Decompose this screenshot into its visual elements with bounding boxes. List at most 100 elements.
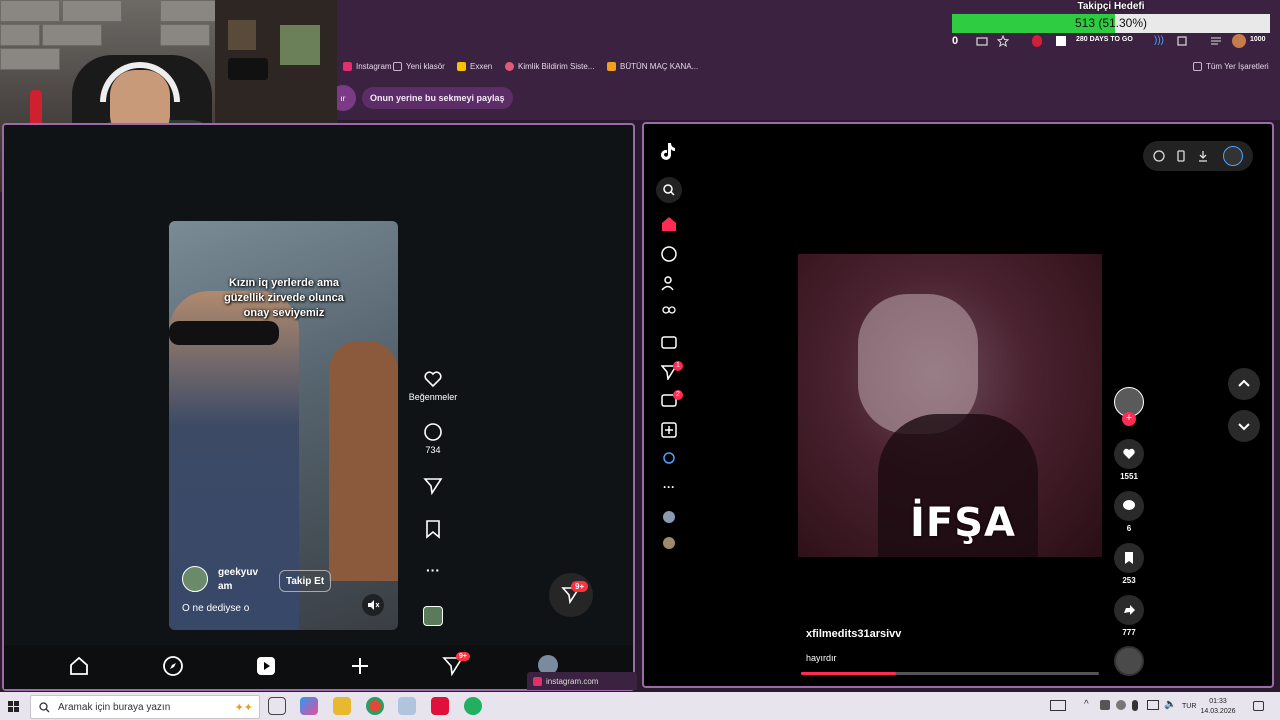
heart-icon xyxy=(1123,448,1135,459)
mute-button[interactable] xyxy=(362,594,384,616)
star-icon[interactable] xyxy=(997,35,1009,47)
bookmark-exxen[interactable]: Exxen xyxy=(457,62,492,71)
explore-icon[interactable] xyxy=(162,655,184,677)
windows-start-icon[interactable] xyxy=(8,701,20,713)
tiktok-tools-pill xyxy=(1143,141,1253,171)
music-disc[interactable] xyxy=(1114,646,1144,676)
reel-user-avatar[interactable] xyxy=(182,566,208,592)
goal-progress-bar: 513 (51.30%) xyxy=(952,14,1270,33)
comment-button[interactable]: 734 xyxy=(403,422,463,455)
instagram-tab[interactable]: instagram.com xyxy=(527,672,637,690)
profile-avatar[interactable] xyxy=(1232,34,1246,48)
upload-icon[interactable] xyxy=(661,422,677,438)
bookmark-new-folder[interactable]: Yeni klasör xyxy=(393,62,445,71)
tiktok-progress-bar[interactable] xyxy=(801,672,1099,675)
following-avatar[interactable] xyxy=(663,511,675,523)
volume-icon[interactable]: 🔈 xyxy=(1164,699,1176,710)
chevron-up-icon xyxy=(1238,379,1250,387)
audio-thumbnail[interactable] xyxy=(423,606,443,626)
taskbar-search-input[interactable]: Aramak için buraya yazın ✦✦ xyxy=(30,695,260,719)
bookmarks-bar: Instagram Yeni klasör Exxen Kimlik Bildi… xyxy=(337,58,1280,76)
goal-progress-text: 513 (51.30%) xyxy=(1074,16,1148,30)
app-red-icon[interactable] xyxy=(431,697,449,715)
notification-icon[interactable] xyxy=(1253,701,1264,711)
more-icon[interactable]: ··· xyxy=(663,480,675,494)
follow-plus-button[interactable]: + xyxy=(1122,412,1136,426)
reel-username[interactable]: geekyuv am xyxy=(218,566,258,594)
save-button[interactable] xyxy=(403,519,463,542)
home-icon[interactable] xyxy=(68,655,90,677)
messages-fab[interactable]: 9+ xyxy=(549,573,593,617)
extension-red-icon[interactable] xyxy=(1032,35,1042,47)
shelf-photo xyxy=(228,20,256,50)
language-indicator[interactable]: TUR xyxy=(1182,703,1196,710)
home-icon[interactable] xyxy=(661,216,677,232)
keyboard-icon[interactable] xyxy=(1050,700,1066,711)
bookmark-all[interactable]: Tüm Yer İşaretleri xyxy=(1193,62,1269,71)
next-video-button[interactable] xyxy=(1228,410,1260,442)
tiktok-share-button[interactable]: 777 xyxy=(1109,595,1149,637)
messages-badge: 1 xyxy=(673,361,683,371)
reel-caption: Kızın iq yerlerde ama güzellik zirvede o… xyxy=(224,277,344,319)
reel-text: O ne dediyse o xyxy=(182,603,250,614)
system-clock[interactable]: 01:33 14.03.2026 xyxy=(1198,697,1238,717)
bookmark-instagram[interactable]: Instagram xyxy=(343,62,392,71)
battery-icon[interactable] xyxy=(1147,700,1159,710)
jp-icon xyxy=(607,62,616,71)
tiktok-like-button[interactable]: 1551 xyxy=(1109,439,1149,481)
phone-icon[interactable] xyxy=(1175,150,1187,162)
microphone-icon[interactable] xyxy=(1132,700,1138,711)
previous-video-button[interactable] xyxy=(1228,368,1260,400)
instagram-icon xyxy=(343,62,352,71)
search-icon xyxy=(663,184,675,196)
bookmark-icon xyxy=(1125,552,1133,564)
chrome-icon[interactable] xyxy=(366,697,384,715)
puzzle-icon[interactable] xyxy=(1176,35,1188,47)
share-this-tab-button[interactable]: Onun yerine bu sekmeyi paylaş xyxy=(362,87,513,109)
folder-icon xyxy=(1193,62,1202,71)
tray-icon[interactable] xyxy=(1100,700,1110,710)
tiktok-comment-button[interactable]: 6 xyxy=(1109,491,1149,533)
tiktok-save-button[interactable]: 253 xyxy=(1109,543,1149,585)
feather-icon xyxy=(505,62,514,71)
friends-icon[interactable] xyxy=(661,305,677,321)
tiktok-logo-icon[interactable] xyxy=(659,140,679,162)
reels-icon[interactable] xyxy=(255,655,277,677)
app-green-icon[interactable] xyxy=(464,697,482,715)
task-view-icon[interactable] xyxy=(268,697,286,715)
live-icon[interactable] xyxy=(661,334,677,350)
share-button[interactable] xyxy=(403,476,463,499)
follow-user-icon[interactable] xyxy=(661,275,677,291)
follower-goal-widget: Takipçi Hedefi 513 (51.30%) xyxy=(952,0,1270,34)
create-icon[interactable] xyxy=(349,655,371,677)
shelf-frame xyxy=(280,25,320,65)
download-icon[interactable] xyxy=(1197,150,1209,162)
wifi-extension-icon[interactable]: ))) xyxy=(1154,35,1164,46)
chevron-up-icon[interactable]: ^ xyxy=(1084,699,1089,710)
search-button[interactable] xyxy=(656,177,682,203)
file-explorer-icon[interactable] xyxy=(333,697,351,715)
app-icon[interactable] xyxy=(398,697,416,715)
profile-icon[interactable] xyxy=(661,451,677,467)
explore-icon[interactable] xyxy=(661,246,677,262)
compass-icon[interactable] xyxy=(1153,150,1165,162)
copilot-icon[interactable] xyxy=(300,697,318,715)
tiktok-description: hayırdır xyxy=(806,653,837,663)
share-screen-icon[interactable] xyxy=(976,36,988,48)
browser-toolbar: 0 280 DAYS TO GO ))) 1000 xyxy=(948,32,1280,52)
bookmark-kimlik[interactable]: Kimlik Bildirim Siste... xyxy=(505,62,594,71)
reel-passenger xyxy=(329,341,398,581)
inbox-badge: 2 xyxy=(673,390,683,400)
like-button[interactable]: Beğenmeler xyxy=(403,369,463,402)
extension-white-icon[interactable] xyxy=(1056,36,1066,46)
tray-icon[interactable] xyxy=(1116,700,1126,710)
menu-list-icon[interactable] xyxy=(1210,36,1222,46)
follow-button[interactable]: Takip Et xyxy=(279,570,332,592)
days-to-go-label: 280 DAYS TO GO xyxy=(1076,36,1133,43)
more-button[interactable]: ··· xyxy=(403,562,463,578)
profile-button[interactable] xyxy=(1223,146,1243,166)
tiktok-username[interactable]: xfilmedits31arsivv xyxy=(806,628,901,640)
following-avatar[interactable] xyxy=(663,537,675,549)
folder-icon xyxy=(393,62,402,71)
bookmark-mac-kanal[interactable]: BÜTÜN MAÇ KANA... xyxy=(607,62,698,71)
